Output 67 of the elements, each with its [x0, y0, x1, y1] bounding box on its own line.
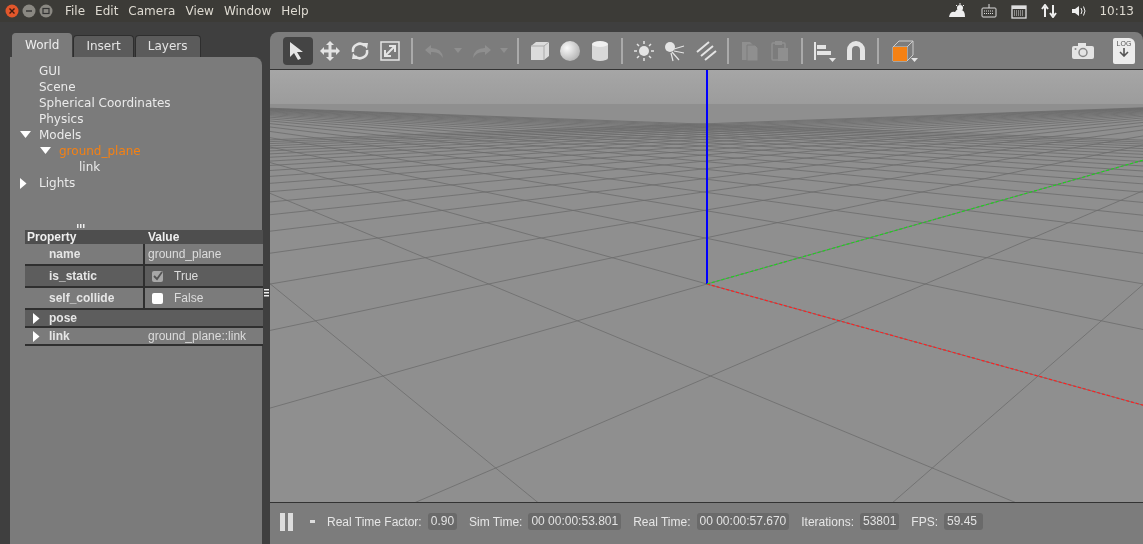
tree-item[interactable]: link: [79, 160, 101, 174]
status-field: 59.45: [944, 513, 984, 530]
clock-text[interactable]: 10:13: [1099, 4, 1134, 18]
tree-item[interactable]: Spherical Coordinates: [39, 96, 171, 110]
cylinder-shape-icon[interactable]: [591, 39, 609, 62]
property-name: self_collide: [49, 291, 115, 305]
down-arrow-icon: [1118, 47, 1130, 57]
menu-item[interactable]: Help: [281, 4, 309, 18]
status-label: Real Time Factor:: [327, 514, 422, 529]
rotate-arrows-icon[interactable]: [349, 39, 371, 62]
collapsed-arrow-icon[interactable]: [33, 312, 40, 324]
spotlight-icon[interactable]: [663, 39, 687, 62]
parallel-rays-icon[interactable]: [695, 39, 717, 62]
box-shape-icon[interactable]: [529, 39, 551, 62]
sun-icon[interactable]: [633, 39, 655, 62]
column-header: Property: [26, 230, 78, 244]
scale-icon[interactable]: [379, 39, 401, 62]
status-label: Real Time:: [633, 514, 691, 529]
column-header: Value: [147, 230, 181, 244]
menu-item[interactable]: View: [185, 4, 214, 18]
collapsed-arrow-icon[interactable]: [33, 330, 40, 342]
menu-item[interactable]: Camera: [128, 4, 176, 18]
move-arrows-icon[interactable]: [319, 39, 341, 62]
menu-item[interactable]: Edit: [95, 4, 119, 18]
splitter-handle-icon[interactable]: [77, 224, 85, 228]
pause-button[interactable]: [280, 512, 294, 531]
tree-item[interactable]: Scene: [39, 80, 76, 94]
status-label: Iterations:: [801, 514, 854, 529]
status-field: 00 00:00:57.670: [696, 513, 790, 530]
close-icon[interactable]: [5, 4, 19, 18]
view-cube-icon[interactable]: [889, 37, 919, 64]
splitter-handle-icon[interactable]: [263, 289, 269, 297]
align-left-icon[interactable]: [813, 39, 837, 62]
property-name: is_static: [49, 269, 98, 283]
property-name: link: [49, 329, 70, 343]
property-value: False: [174, 291, 204, 305]
tree-item[interactable]: GUI: [39, 64, 61, 78]
status-field: 00 00:00:53.801: [528, 513, 622, 530]
maximize-icon[interactable]: [39, 4, 53, 18]
expanded-arrow-icon[interactable]: [40, 147, 51, 155]
menu-item[interactable]: Window: [223, 4, 272, 18]
status-label: FPS:: [911, 514, 938, 529]
tree-item[interactable]: Physics: [39, 112, 84, 126]
status-field: 0.90: [427, 513, 458, 530]
tree-item[interactable]: Lights: [39, 176, 76, 190]
status-field: 53801: [859, 513, 900, 530]
keyboard-icon[interactable]: [981, 4, 998, 18]
weather-icon[interactable]: [947, 3, 968, 19]
property-name: name: [49, 247, 81, 261]
expanded-arrow-icon[interactable]: [20, 131, 31, 139]
property-name: pose: [49, 311, 77, 325]
status-label: Sim Time:: [469, 514, 523, 529]
panel-tab[interactable]: Insert: [73, 35, 134, 57]
calendar-icon[interactable]: [1011, 3, 1028, 19]
menu-item[interactable]: File: [65, 4, 86, 18]
collapsed-arrow-icon[interactable]: [20, 177, 27, 189]
property-value: ground_plane: [148, 247, 222, 261]
tree-item[interactable]: Models: [39, 128, 82, 142]
minimize-icon[interactable]: [22, 4, 36, 18]
panel-tab[interactable]: World: [12, 33, 73, 57]
network-arrows-icon[interactable]: [1041, 4, 1058, 18]
property-value: ground_plane::link: [148, 329, 247, 343]
property-value: True: [174, 269, 199, 283]
panel-tab[interactable]: Layers: [134, 35, 201, 57]
sphere-shape-icon[interactable]: [559, 39, 581, 62]
checkbox[interactable]: [152, 292, 163, 304]
magnet-icon[interactable]: [845, 39, 867, 62]
